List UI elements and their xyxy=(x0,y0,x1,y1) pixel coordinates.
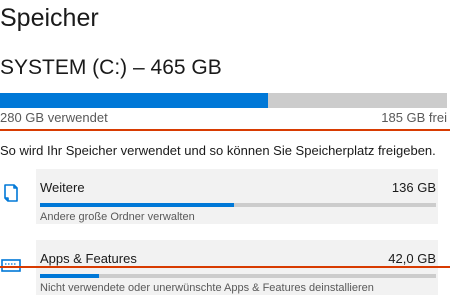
category-usage-bar-fill xyxy=(40,274,100,278)
storage-settings-page: Speicher SYSTEM (C:) – 465 GB 280 GB ver… xyxy=(0,0,450,300)
storage-info-text: So wird Ihr Speicher verwendet und so kö… xyxy=(0,143,436,158)
annotation-underline xyxy=(0,129,450,131)
category-usage-bar xyxy=(40,203,436,207)
category-weitere[interactable]: Weitere 136 GB Andere große Ordner verwa… xyxy=(0,169,450,224)
category-description: Nicht verwendete oder unerwünschte Apps … xyxy=(40,282,374,294)
drive-free-label: 185 GB frei xyxy=(381,110,447,125)
drive-usage-bar-fill xyxy=(0,93,269,108)
category-description: Andere große Ordner verwalten xyxy=(40,211,195,223)
apps-icon xyxy=(0,252,24,276)
annotation-underline xyxy=(0,266,450,268)
category-size: 136 GB xyxy=(391,180,436,195)
category-usage-bar xyxy=(40,274,436,278)
drive-title[interactable]: SYSTEM (C:) – 465 GB xyxy=(0,56,222,80)
category-usage-bar-fill xyxy=(40,203,235,207)
drive-usage-bar[interactable] xyxy=(0,93,447,108)
category-name: Apps & Features xyxy=(40,251,137,266)
page-title: Speicher xyxy=(0,4,99,32)
folder-icon xyxy=(0,181,24,205)
category-size: 42,0 GB xyxy=(388,251,436,266)
category-name: Weitere xyxy=(40,180,85,195)
drive-used-label: 280 GB verwendet xyxy=(0,110,108,125)
